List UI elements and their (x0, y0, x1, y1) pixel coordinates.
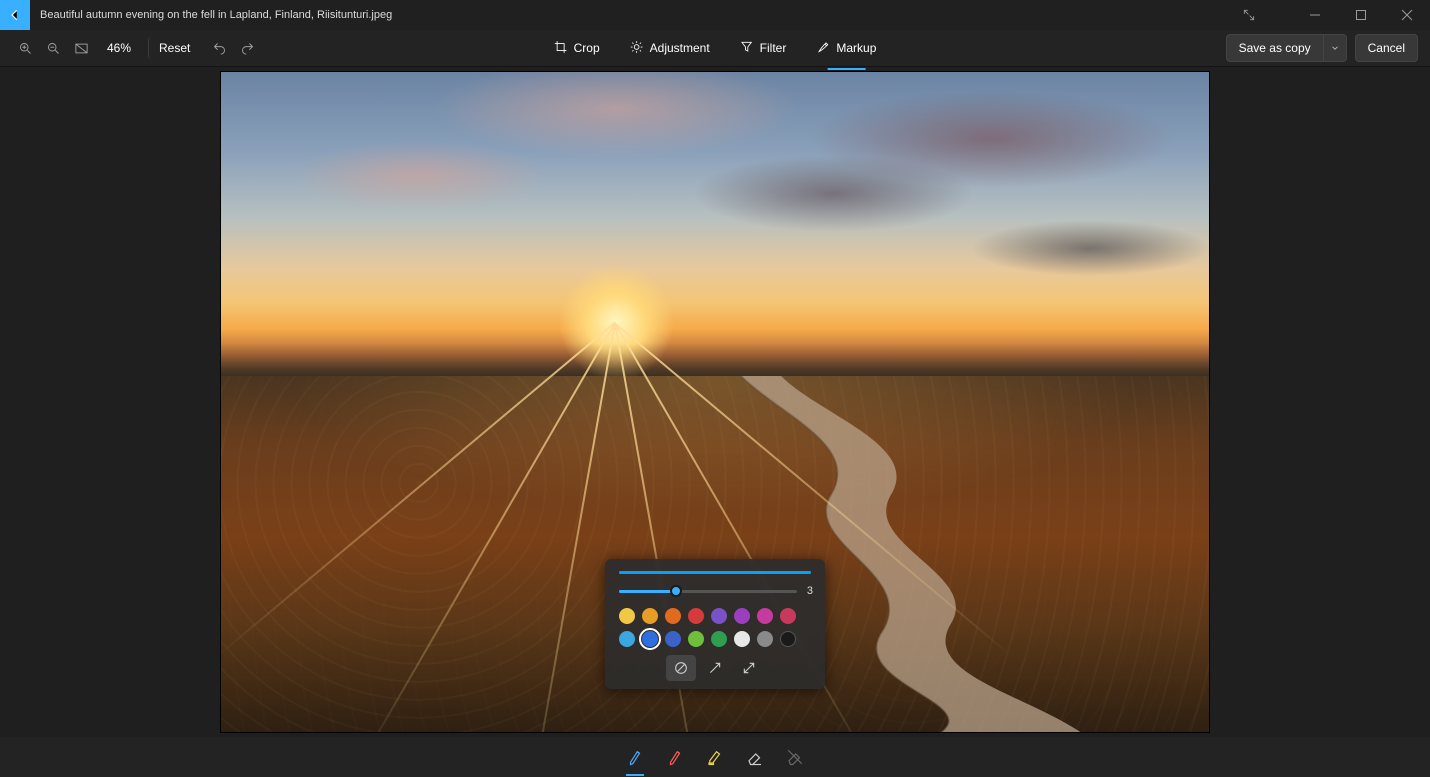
color-swatch-amber[interactable] (642, 608, 658, 624)
tab-markup[interactable]: Markup (814, 36, 878, 61)
titlebar: Beautiful autumn evening on the fell in … (0, 0, 1430, 30)
line-ending-none[interactable] (666, 655, 696, 681)
tab-filter[interactable]: Filter (738, 36, 789, 61)
tab-label: Markup (836, 41, 876, 55)
redo-button[interactable] (234, 35, 260, 61)
color-swatch-blue[interactable] (665, 631, 681, 647)
file-name: Beautiful autumn evening on the fell in … (40, 9, 392, 21)
filter-icon (740, 40, 754, 57)
panel-accent-line (619, 571, 811, 574)
pen-tool-1[interactable] (620, 742, 650, 772)
edit-tabs: Crop Adjustment Filter Markup (552, 36, 879, 61)
markup-pen-panel: 3 (605, 559, 825, 689)
tab-crop[interactable]: Crop (552, 36, 602, 61)
zoom-level: 46% (96, 41, 142, 55)
tab-adjustment[interactable]: Adjustment (628, 36, 712, 61)
undo-button[interactable] (206, 35, 232, 61)
close-button[interactable] (1384, 0, 1430, 30)
toolbar: 46% Reset Crop Adjustment Filter (0, 30, 1430, 67)
back-button[interactable] (0, 0, 30, 30)
color-swatch-sky[interactable] (619, 631, 635, 647)
color-swatch-red[interactable] (688, 608, 704, 624)
markup-icon (816, 40, 830, 57)
color-swatch-black[interactable] (780, 631, 796, 647)
pen-tool-2[interactable] (660, 742, 690, 772)
pen-size-slider[interactable]: 3 (619, 584, 811, 598)
minimize-button[interactable] (1292, 0, 1338, 30)
zoom-out-button[interactable] (40, 35, 66, 61)
color-swatch-purple[interactable] (734, 608, 750, 624)
fullscreen-button[interactable] (1226, 0, 1272, 30)
zoom-reset-button[interactable]: Reset (148, 37, 198, 59)
adjustment-icon (630, 40, 644, 57)
color-swatch-grid (619, 608, 811, 647)
color-swatch-orange[interactable] (665, 608, 681, 624)
tab-label: Adjustment (650, 41, 710, 55)
color-swatch-magenta[interactable] (757, 608, 773, 624)
save-as-copy-split: Save as copy (1226, 34, 1347, 62)
color-swatch-gray[interactable] (757, 631, 773, 647)
color-swatch-lime[interactable] (688, 631, 704, 647)
color-swatch-yellow[interactable] (619, 608, 635, 624)
tab-label: Crop (574, 41, 600, 55)
maximize-button[interactable] (1338, 0, 1384, 30)
zoom-fit-button[interactable] (68, 35, 94, 61)
line-ending-group (619, 655, 811, 681)
cancel-button[interactable]: Cancel (1355, 34, 1418, 62)
highlighter-tool[interactable] (700, 742, 730, 772)
eraser-tool[interactable] (740, 742, 770, 772)
canvas-area: 3 (0, 67, 1430, 737)
line-ending-double-arrow[interactable] (734, 655, 764, 681)
color-swatch-violet[interactable] (711, 608, 727, 624)
markup-tool-strip (0, 737, 1430, 777)
save-as-copy-button[interactable]: Save as copy (1226, 34, 1324, 62)
color-swatch-crimson[interactable] (780, 608, 796, 624)
tab-label: Filter (760, 41, 787, 55)
clear-markup-button[interactable] (780, 742, 810, 772)
crop-icon (554, 40, 568, 57)
color-swatch-green[interactable] (711, 631, 727, 647)
color-swatch-white[interactable] (734, 631, 750, 647)
pen-size-value: 3 (807, 585, 813, 597)
color-swatch-azure[interactable] (642, 631, 658, 647)
zoom-in-button[interactable] (12, 35, 38, 61)
line-ending-arrow[interactable] (700, 655, 730, 681)
save-options-dropdown[interactable] (1324, 34, 1347, 62)
